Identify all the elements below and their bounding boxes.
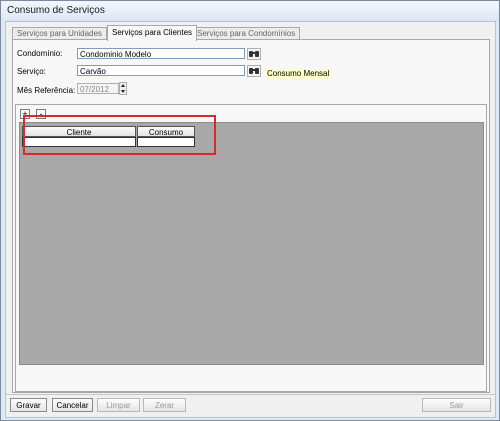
arrow-up-icon[interactable] [121,84,125,87]
mes-referencia-spinner[interactable] [119,82,127,95]
consumo-servicos-window: Consumo de Serviços Serviços para Unidad… [0,0,500,421]
zerar-button[interactable]: Zerar [143,398,186,412]
red-highlight-box [23,115,216,155]
arrow-down-icon[interactable] [121,90,125,93]
consumo-mensal-hint: Consumo Mensal [265,69,332,79]
servico-input[interactable]: Carvão [77,65,245,76]
condominio-label: Condomínio: [17,49,63,58]
tab-servicos-clientes[interactable]: Serviços para Clientes [107,25,198,41]
window-title: Consumo de Serviços [7,5,105,16]
sair-button-label: Sair [449,401,464,410]
condominio-input[interactable]: Condominio Modelo [77,48,245,59]
gravar-button[interactable]: Gravar [10,398,47,412]
mes-referencia-input[interactable]: 07/2012 [77,83,119,94]
window-client-area: Serviços para Unidades Serviços para Cli… [5,21,496,418]
grid-panel: + - Cliente Consumo [15,104,487,392]
tab-page-servicos-clientes: Condomínio: Condominio Modelo Serviço: C… [12,39,490,393]
condominio-lookup-button[interactable] [247,48,261,60]
form-header: Condomínio: Condominio Modelo Serviço: C… [13,40,489,102]
mes-referencia-label: Mês Referência: [17,86,76,95]
limpar-button[interactable]: Limpar [97,398,140,412]
gravar-button-label: Gravar [16,401,41,410]
binoculars-icon [249,68,259,74]
title-bar: Consumo de Serviços [1,1,499,21]
cancelar-button[interactable]: Cancelar [52,398,93,412]
cancelar-button-label: Cancelar [56,401,89,410]
binoculars-icon [249,51,259,57]
limpar-button-label: Limpar [106,401,131,410]
sair-button[interactable]: Sair [422,398,491,412]
clientes-consumo-grid: Cliente Consumo [19,115,484,365]
button-bar-separator [6,394,495,395]
servico-lookup-button[interactable] [247,65,261,77]
zerar-button-label: Zerar [154,401,175,410]
servico-label: Serviço: [17,67,46,76]
